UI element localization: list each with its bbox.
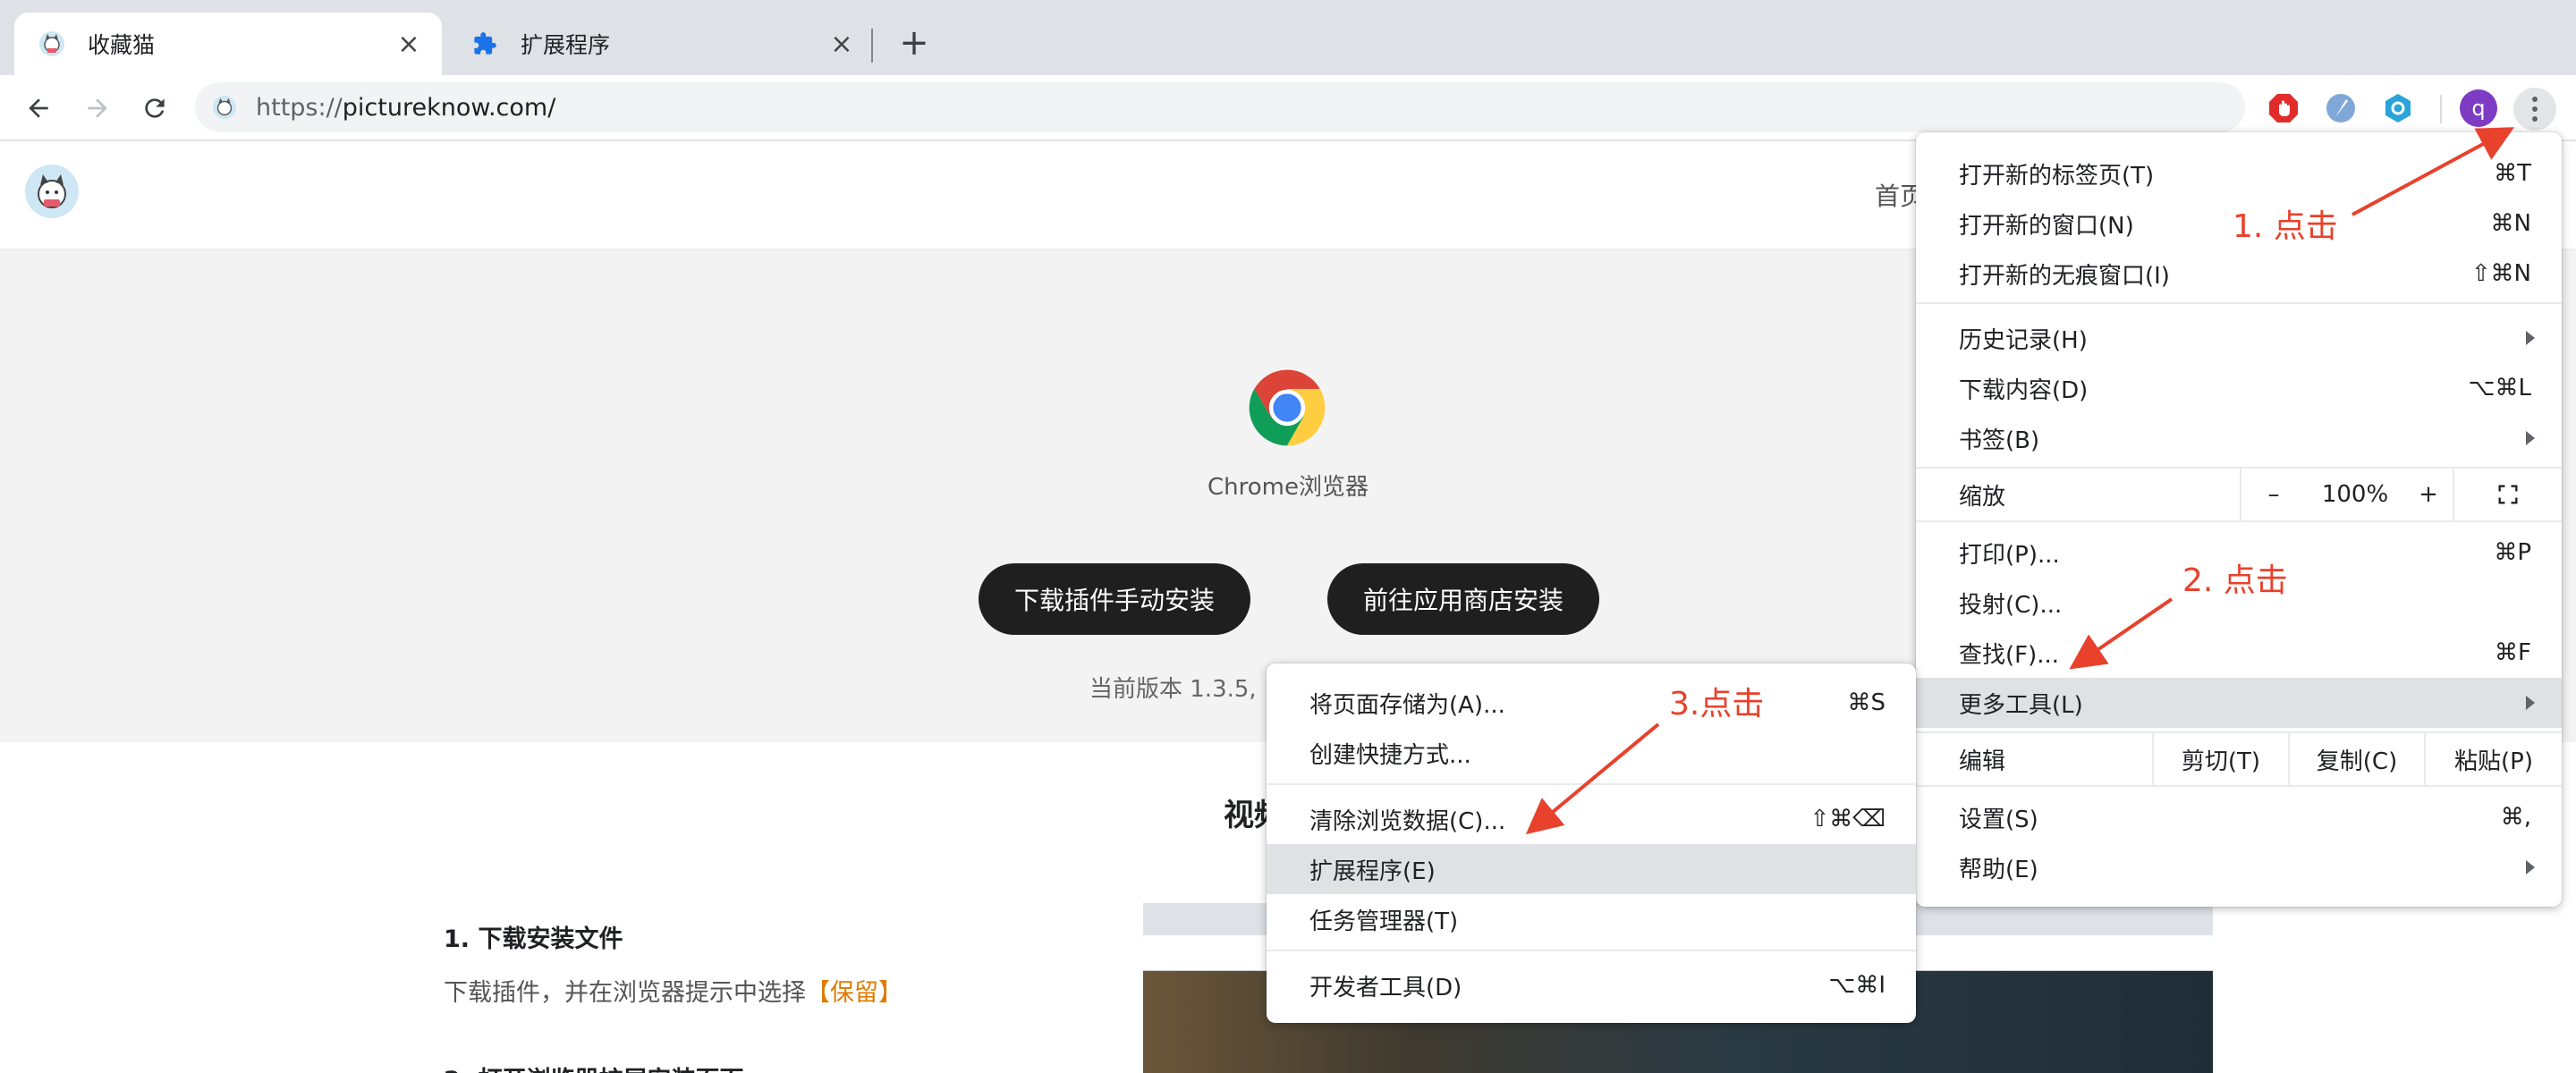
feather-extension-icon[interactable]	[2322, 89, 2360, 127]
url-text: https://pictureknow.com/	[256, 93, 556, 122]
menu-separator	[1916, 520, 2562, 522]
cat-favicon-icon	[38, 30, 66, 58]
edit-paste-button[interactable]: 粘贴(P)	[2424, 733, 2562, 785]
chrome-logo-icon	[1246, 367, 1328, 449]
submenu-extensions[interactable]: 扩展程序(E)	[1267, 844, 1916, 894]
store-install-button[interactable]: 前往应用商店安装	[1327, 563, 1599, 635]
menu-settings[interactable]: 设置(S) ⌘,	[1916, 792, 2562, 842]
annotation-step3: 3.点击	[1669, 686, 1765, 722]
zoom-out-button[interactable]: –	[2240, 469, 2306, 520]
menu-zoom-row: 缩放 – 100% +	[1916, 469, 2562, 520]
menu-separator	[1267, 950, 1916, 951]
adblock-hand-icon[interactable]	[2265, 89, 2302, 127]
tab-extensions[interactable]: 扩展程序 ×	[447, 13, 875, 75]
menu-help[interactable]: 帮助(E)	[1916, 842, 2562, 892]
menu-new-tab[interactable]: 打开新的标签页(T) ⌘T	[1916, 148, 2562, 199]
step1-title: 1. 下载安装文件	[444, 925, 623, 953]
browser-toolbar: https://pictureknow.com/ q	[0, 75, 2576, 141]
edit-cut-button[interactable]: 剪切(T)	[2152, 733, 2288, 785]
back-arrow-icon[interactable]	[21, 91, 55, 125]
hexagon-extension-icon[interactable]	[2379, 89, 2417, 127]
profile-avatar[interactable]: q	[2460, 89, 2497, 127]
fullscreen-icon[interactable]	[2453, 469, 2562, 520]
tab-shoucangmao[interactable]: 收藏猫 ×	[14, 13, 442, 75]
menu-separator	[1916, 785, 2562, 787]
menu-downloads[interactable]: 下载内容(D) ⌥⌘L	[1916, 363, 2562, 413]
submenu-arrow-icon	[2526, 431, 2535, 445]
keep-highlight: 【保留】	[806, 979, 902, 1007]
submenu-arrow-icon	[2526, 860, 2535, 874]
more-tools-submenu: 将页面存储为(A)... ⌘S 创建快捷方式... 清除浏览数据(C)... ⇧⌘⌫…	[1267, 663, 1916, 1023]
close-icon[interactable]: ×	[394, 29, 424, 60]
step1-desc: 下载插件，并在浏览器提示中选择【保留】	[444, 979, 902, 1007]
cat-favicon-icon	[211, 94, 238, 121]
new-tab-plus-icon[interactable]: +	[896, 22, 932, 63]
toolbar-separator	[2440, 95, 2442, 123]
step2-title: 2. 打开浏览器扩展安装页面	[444, 1060, 743, 1073]
version-text: 当前版本 1.3.5,	[1089, 676, 1257, 703]
tab-strip: 收藏猫 × 扩展程序 × +	[0, 0, 2576, 75]
forward-arrow-icon[interactable]	[80, 91, 114, 125]
close-icon[interactable]: ×	[826, 29, 857, 60]
menu-edit-row: 编辑 剪切(T) 复制(C) 粘贴(P)	[1916, 733, 2562, 785]
submenu-clear-data[interactable]: 清除浏览数据(C)... ⇧⌘⌫	[1267, 794, 1916, 844]
menu-incognito[interactable]: 打开新的无痕窗口(I) ⇧⌘N	[1916, 249, 2562, 299]
submenu-create-shortcut[interactable]: 创建快捷方式...	[1267, 728, 1916, 778]
tab-separator	[871, 29, 873, 63]
cat-logo-icon[interactable]	[25, 165, 79, 218]
menu-separator	[1267, 783, 1916, 785]
menu-separator	[1916, 302, 2562, 304]
annotation-step2: 2. 点击	[2182, 562, 2288, 599]
zoom-level: 100%	[2321, 481, 2389, 508]
chrome-label: Chrome浏览器	[1208, 474, 1368, 501]
menu-more-tools[interactable]: 更多工具(L)	[1916, 678, 2562, 728]
menu-history[interactable]: 历史记录(H)	[1916, 313, 2562, 363]
address-bar[interactable]: https://pictureknow.com/	[195, 82, 2245, 132]
tab-title: 收藏猫	[88, 32, 156, 58]
submenu-task-manager[interactable]: 任务管理器(T)	[1267, 894, 1916, 944]
download-plugin-button[interactable]: 下载插件手动安装	[979, 563, 1250, 635]
more-vert-icon[interactable]	[2513, 88, 2556, 131]
submenu-devtools[interactable]: 开发者工具(D) ⌥⌘I	[1267, 960, 1916, 1010]
reload-icon[interactable]	[138, 91, 172, 125]
chrome-main-menu: 打开新的标签页(T) ⌘T 打开新的窗口(N) ⌘N 打开新的无痕窗口(I) ⇧⌘N …	[1916, 132, 2562, 907]
submenu-arrow-icon	[2526, 331, 2535, 345]
edit-copy-button[interactable]: 复制(C)	[2288, 733, 2424, 785]
submenu-save-page[interactable]: 将页面存储为(A)... ⌘S	[1267, 678, 1916, 728]
submenu-arrow-icon	[2526, 696, 2535, 710]
annotation-step1: 1. 点击	[2233, 208, 2338, 245]
zoom-in-button[interactable]: +	[2404, 469, 2453, 520]
puzzle-icon	[470, 30, 499, 58]
menu-find[interactable]: 查找(F)... ⌘F	[1916, 628, 2562, 678]
menu-bookmarks[interactable]: 书签(B)	[1916, 413, 2562, 463]
tab-title: 扩展程序	[521, 32, 611, 58]
